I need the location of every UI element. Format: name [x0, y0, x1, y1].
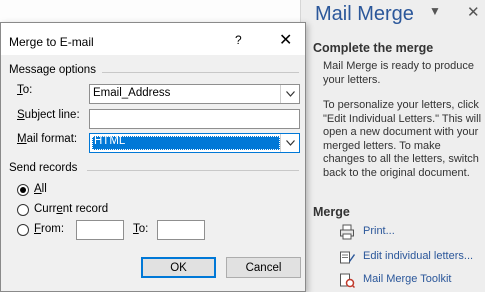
ready-text: Mail Merge is ready to produce your lett…	[323, 60, 475, 86]
all-radio-label: All	[34, 183, 47, 195]
merge-to-email-dialog: Merge to E-mail ? ✕ Message options To: …	[0, 22, 306, 292]
cancel-button[interactable]: Cancel	[226, 257, 301, 278]
group-divider	[102, 72, 299, 73]
merge-heading: Merge	[313, 205, 350, 219]
complete-merge-heading: Complete the merge	[313, 41, 434, 55]
mail-format-select[interactable]: HTML	[89, 133, 300, 153]
message-options-group-label: Message options	[9, 64, 96, 76]
to-combobox[interactable]: Email_Address	[89, 84, 300, 104]
pane-close-icon[interactable]: ✕	[467, 3, 480, 21]
mail-merge-pane: Mail Merge ▼ ✕ Complete the merge Mail M…	[300, 0, 485, 292]
send-records-group-label: Send records	[9, 162, 78, 174]
toolkit-link-label: Mail Merge Toolkit	[363, 273, 452, 285]
to-combobox-value: Email_Address	[93, 87, 171, 99]
close-icon[interactable]: ✕	[279, 30, 292, 50]
pane-options-chevron-icon[interactable]: ▼	[429, 4, 441, 18]
current-record-label: Current record	[34, 203, 109, 215]
from-input[interactable]	[76, 220, 124, 240]
to-field-label: To:	[17, 84, 33, 96]
from-label: From:	[34, 223, 65, 235]
instructions-text: To personalize your letters, click "Edit…	[323, 99, 482, 179]
ok-button[interactable]: OK	[141, 257, 216, 278]
print-link-label: Print...	[363, 225, 395, 237]
to-range-label: To:	[133, 223, 149, 235]
edit-letters-link-label: Edit individual letters...	[363, 250, 474, 262]
printer-icon	[340, 224, 354, 240]
mail-format-value: HTML	[94, 135, 126, 147]
chevron-down-icon[interactable]	[280, 134, 299, 152]
subject-field-label: Subject line:	[17, 109, 80, 121]
toolkit-icon	[340, 273, 355, 288]
dialog-titlebar[interactable]: Merge to E-mail ? ✕	[1, 23, 305, 55]
chevron-down-icon[interactable]	[280, 85, 299, 103]
help-button[interactable]: ?	[235, 33, 242, 47]
group-divider	[87, 170, 299, 171]
dialog-title: Merge to E-mail	[9, 35, 94, 49]
mail-format-label: Mail format:	[17, 133, 78, 145]
all-radio[interactable]	[17, 184, 29, 196]
to-range-input[interactable]	[157, 220, 205, 240]
subject-input[interactable]	[89, 109, 300, 129]
pane-title: Mail Merge	[315, 3, 414, 25]
current-record-radio[interactable]	[17, 204, 29, 216]
edit-letters-icon	[340, 251, 355, 264]
from-radio[interactable]	[17, 224, 29, 236]
to-field-label-rest: o:	[22, 84, 33, 96]
